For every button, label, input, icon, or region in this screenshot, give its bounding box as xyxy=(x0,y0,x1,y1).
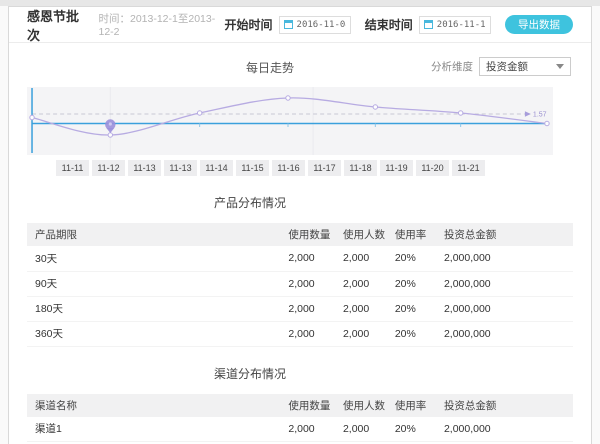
page-header: 感恩节批次 时间：2013-12-1至2013-12-2 开始时间 结束时间 导… xyxy=(9,7,591,43)
table-cell: 2,000,000 xyxy=(442,321,513,346)
table-cell: 2,000,000 xyxy=(442,271,513,296)
column-header: 投资总金额 xyxy=(442,394,513,417)
table-cell: 2,000 xyxy=(341,246,393,271)
dashboard-card: 感恩节批次 时间：2013-12-1至2013-12-2 开始时间 结束时间 导… xyxy=(8,6,592,444)
x-axis-labels: 11-1111-1211-1311-1311-1411-1511-1611-17… xyxy=(56,160,573,176)
table-cell: 2,000,000 xyxy=(442,246,513,271)
x-axis-label-pill: 11-20 xyxy=(416,160,449,176)
product-distribution-section: 产品分布情况 产品期限使用数量使用人数使用率投资总金额30天2,0002,000… xyxy=(9,194,591,347)
x-axis-label-pill: 11-19 xyxy=(380,160,413,176)
table-cell: 20% xyxy=(393,321,442,346)
table-row: 180天2,0002,00020%2,000,000 xyxy=(27,296,573,321)
table-cell: 渠道1 xyxy=(27,417,286,442)
table-row: 30天2,0002,00020%2,000,000 xyxy=(27,246,573,271)
x-axis-label-pill: 11-15 xyxy=(236,160,269,176)
column-header: 使用人数 xyxy=(341,223,393,246)
table-cell: 2,000 xyxy=(286,321,341,346)
page-title: 感恩节批次 xyxy=(27,6,86,44)
x-axis-label-pill: 11-16 xyxy=(272,160,305,176)
table-cell: 30天 xyxy=(27,246,286,271)
end-date-picker[interactable] xyxy=(419,16,491,34)
column-header: 渠道名称 xyxy=(27,394,286,417)
dimension-selected-value: 投资金额 xyxy=(486,59,528,74)
table-cell: 2,000 xyxy=(341,321,393,346)
column-header: 使用率 xyxy=(393,223,442,246)
x-axis-label-pill: 11-13 xyxy=(128,160,161,176)
table-row: 渠道12,0002,00020%2,000,000 xyxy=(27,417,573,442)
table-cell: 2,000 xyxy=(341,296,393,321)
end-date-input[interactable] xyxy=(437,20,486,30)
daily-trend-section: 每日走势 分析维度 投资金额 1.57 11-1111-1211-1311-13… xyxy=(9,59,591,176)
trend-chart-svg: 1.57 xyxy=(27,87,553,155)
table-title: 渠道分布情况 xyxy=(27,365,573,382)
table-cell: 2,000 xyxy=(286,271,341,296)
table-cell: 2,000 xyxy=(286,296,341,321)
table-cell: 20% xyxy=(393,246,442,271)
table-cell: 360天 xyxy=(27,321,286,346)
column-header: 使用率 xyxy=(393,394,442,417)
table-cell: 2,000 xyxy=(341,271,393,296)
column-header: 投资总金额 xyxy=(442,223,513,246)
x-axis-label-pill: 11-13 xyxy=(164,160,197,176)
table-row: 90天2,0002,00020%2,000,000 xyxy=(27,271,573,296)
column-header: 使用数量 xyxy=(286,223,341,246)
table-cell: 2,000,000 xyxy=(442,417,513,442)
column-header: 使用数量 xyxy=(286,394,341,417)
start-date-input[interactable] xyxy=(297,20,346,30)
x-axis-label-pill: 11-21 xyxy=(452,160,485,176)
column-header: 产品期限 xyxy=(27,223,286,246)
trend-line-chart[interactable]: 1.57 xyxy=(27,87,553,155)
start-date-label: 开始时间 xyxy=(225,16,273,33)
table-cell xyxy=(513,271,573,296)
x-axis-label-pill: 11-11 xyxy=(56,160,89,176)
dimension-select[interactable]: 投资金额 xyxy=(479,57,571,76)
column-header: 使用人数 xyxy=(341,394,393,417)
product-distribution-table: 产品期限使用数量使用人数使用率投资总金额30天2,0002,00020%2,00… xyxy=(27,223,573,347)
svg-text:1.57: 1.57 xyxy=(533,112,547,119)
table-cell xyxy=(513,246,573,271)
x-axis-label-pill: 11-12 xyxy=(92,160,125,176)
export-data-button[interactable]: 导出数据 xyxy=(505,15,573,34)
dimension-label: 分析维度 xyxy=(431,59,473,74)
table-cell xyxy=(513,296,573,321)
x-axis-label-pill: 11-14 xyxy=(200,160,233,176)
table-cell: 90天 xyxy=(27,271,286,296)
table-cell: 2,000,000 xyxy=(442,296,513,321)
calendar-icon xyxy=(284,20,293,29)
chevron-down-icon xyxy=(556,64,564,69)
table-cell: 20% xyxy=(393,417,442,442)
table-cell: 20% xyxy=(393,296,442,321)
x-axis-label-pill: 11-18 xyxy=(344,160,377,176)
table-cell xyxy=(513,417,573,442)
column-header xyxy=(513,394,573,417)
table-cell: 2,000 xyxy=(286,417,341,442)
column-header xyxy=(513,223,573,246)
channel-distribution-section: 渠道分布情况 渠道名称使用数量使用人数使用率投资总金额渠道12,0002,000… xyxy=(9,365,591,444)
calendar-icon xyxy=(424,20,433,29)
channel-distribution-table: 渠道名称使用数量使用人数使用率投资总金额渠道12,0002,00020%2,00… xyxy=(27,394,573,444)
end-date-label: 结束时间 xyxy=(365,16,413,33)
table-cell: 2,000 xyxy=(341,417,393,442)
table-cell: 180天 xyxy=(27,296,286,321)
table-header-row: 渠道名称使用数量使用人数使用率投资总金额 xyxy=(27,394,573,417)
start-date-picker[interactable] xyxy=(279,16,351,34)
table-header-row: 产品期限使用数量使用人数使用率投资总金额 xyxy=(27,223,573,246)
table-cell: 2,000 xyxy=(286,246,341,271)
x-axis-label-pill: 11-17 xyxy=(308,160,341,176)
table-row: 360天2,0002,00020%2,000,000 xyxy=(27,321,573,346)
table-title: 产品分布情况 xyxy=(27,194,573,211)
table-cell: 20% xyxy=(393,271,442,296)
batch-time-range: 时间：2013-12-1至2013-12-2 xyxy=(98,11,224,38)
table-cell xyxy=(513,321,573,346)
